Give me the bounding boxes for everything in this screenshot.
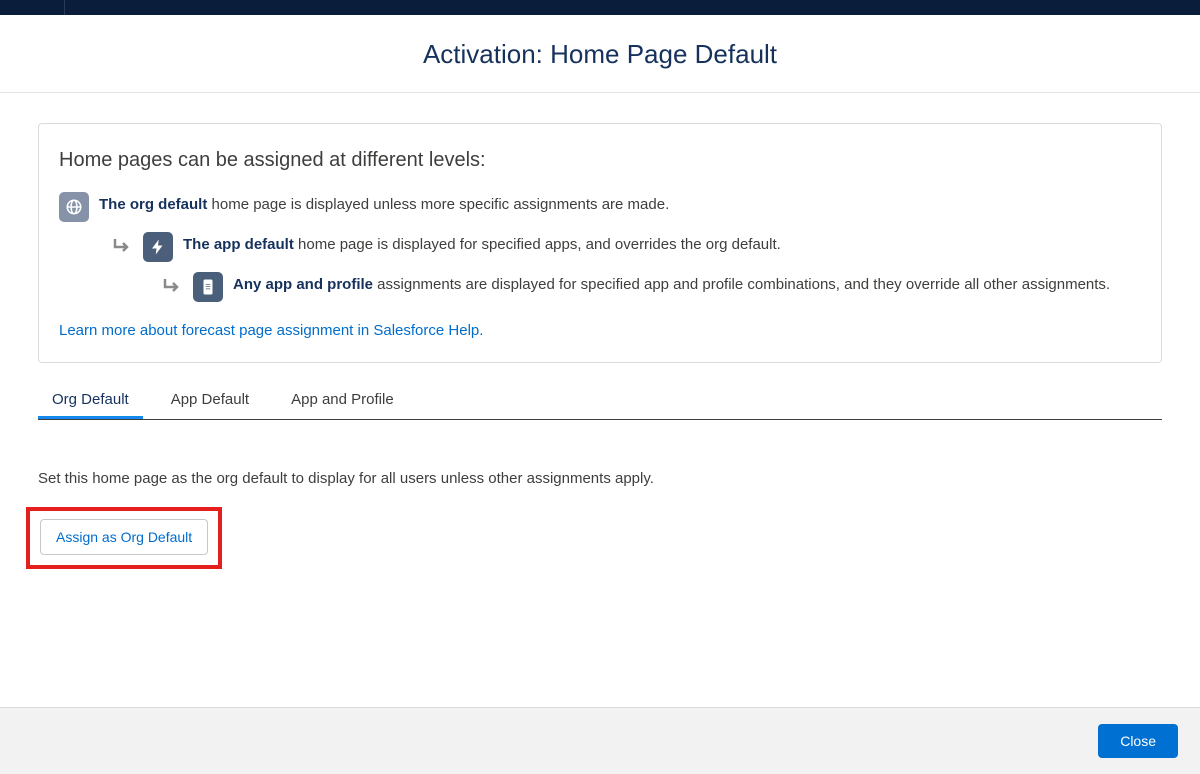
level-org-text: The org default home page is displayed u… (99, 194, 1141, 217)
assign-org-default-button[interactable]: Assign as Org Default (40, 519, 208, 555)
clipboard-icon (193, 272, 223, 302)
tab-app-default[interactable]: App Default (157, 381, 263, 419)
tab-app-profile[interactable]: App and Profile (277, 381, 408, 419)
arrow-icon (159, 274, 187, 300)
highlight-annotation: Assign as Org Default (26, 507, 222, 569)
content-scroll-area[interactable]: Home pages can be assigned at different … (0, 93, 1200, 725)
tab-description: Set this home page as the org default to… (38, 470, 1162, 487)
top-bar-divider (0, 0, 65, 15)
learn-more-link[interactable]: Learn more about forecast page assignmen… (59, 322, 483, 339)
close-button[interactable]: Close (1098, 724, 1178, 758)
level-app-default: The app default home page is displayed f… (109, 234, 1141, 262)
info-panel: Home pages can be assigned at different … (38, 123, 1162, 363)
arrow-icon (109, 234, 137, 260)
tab-content: Set this home page as the org default to… (38, 420, 1162, 569)
page-title: Activation: Home Page Default (0, 39, 1200, 70)
modal-footer: Close (0, 707, 1200, 774)
tab-org-default[interactable]: Org Default (38, 381, 143, 419)
level-org-default: The org default home page is displayed u… (59, 194, 1141, 222)
level-app-profile: Any app and profile assignments are disp… (159, 274, 1141, 302)
app-top-bar (0, 0, 1200, 15)
globe-icon (59, 192, 89, 222)
level-profile-text: Any app and profile assignments are disp… (233, 274, 1141, 297)
tabs-bar: Org Default App Default App and Profile (38, 381, 1162, 420)
level-app-text: The app default home page is displayed f… (183, 234, 1141, 257)
info-heading: Home pages can be assigned at different … (59, 149, 1141, 172)
bolt-icon (143, 232, 173, 262)
modal-header: Activation: Home Page Default (0, 15, 1200, 93)
